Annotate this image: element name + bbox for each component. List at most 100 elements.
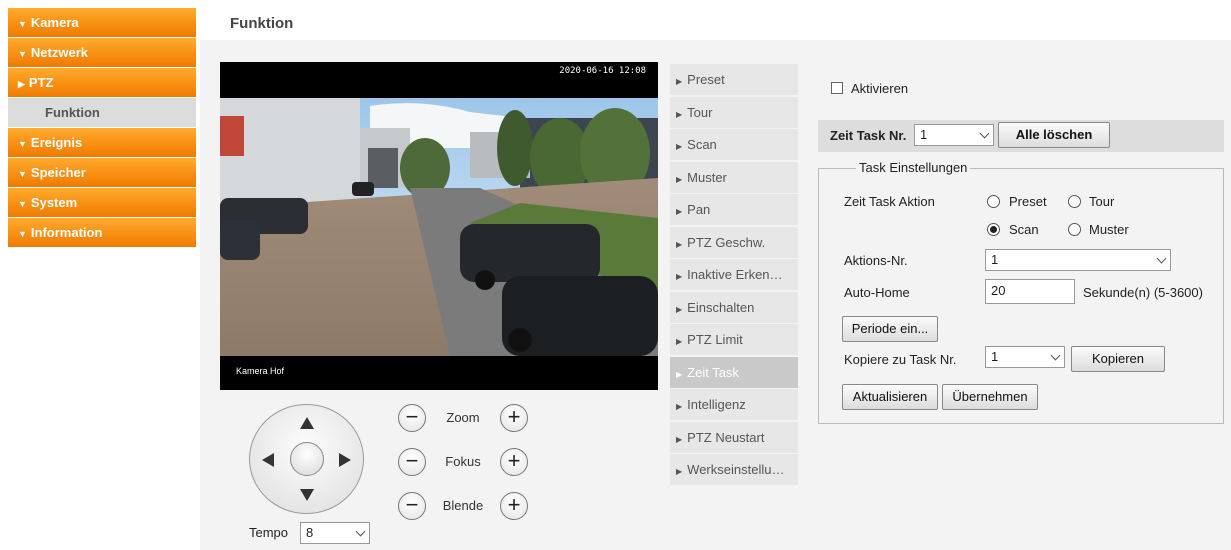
triangle-right-icon: ▶ <box>676 402 683 411</box>
copy-button[interactable]: Kopieren <box>1071 346 1165 372</box>
task-settings-legend: Task Einstellungen <box>856 160 971 175</box>
refresh-button[interactable]: Aktualisieren <box>842 384 938 410</box>
triangle-right-icon: ▶ <box>676 77 683 86</box>
enable-label: Aktivieren <box>851 81 909 96</box>
triangle-right-icon: ▶ <box>676 239 683 249</box>
triangle-right-icon: ▶ <box>676 207 683 216</box>
focus-label: Fokus <box>445 454 481 469</box>
apply-button[interactable]: Übernehmen <box>942 384 1038 410</box>
menu-ptz-limit[interactable]: ▶ PTZ Limit <box>670 324 798 355</box>
action-number-select[interactable]: 1 <box>985 249 1171 271</box>
nav-kamera[interactable]: ▼ Kamera <box>8 8 196 37</box>
iris-plus-button[interactable]: + <box>500 492 528 520</box>
nav-ereignis[interactable]: ▼ Ereignis <box>8 128 196 157</box>
nav-label: Ereignis <box>30 135 83 150</box>
menu-label: Einschalten <box>687 299 755 315</box>
delete-all-button[interactable]: Alle löschen <box>998 122 1110 148</box>
live-video: 2020-06-16 12:08 Kamera Hof <box>220 62 658 390</box>
menu-pan[interactable]: ▶ Pan <box>670 194 798 225</box>
zoom-minus-button[interactable]: − <box>398 404 426 432</box>
tab-funktion[interactable]: Funktion <box>200 8 334 40</box>
nav-label: Netzwerk <box>30 45 88 60</box>
caret-down-icon: ▼ <box>18 199 27 209</box>
chevron-down-icon <box>979 128 990 139</box>
menu-idle-motion[interactable]: ▶ Inaktive Erken… <box>670 259 798 290</box>
menu-label: Werkseinstellu… <box>687 462 785 477</box>
arrow-left-icon[interactable] <box>262 453 274 467</box>
nav-information[interactable]: ▼ Information <box>8 218 196 247</box>
nav-speicher[interactable]: ▼ Speicher <box>8 158 196 187</box>
menu-muster[interactable]: ▶ Muster <box>670 161 798 193</box>
iris-minus-button[interactable]: − <box>398 492 426 520</box>
enable-checkbox[interactable] <box>831 82 843 94</box>
task-number-select[interactable]: 1 <box>914 124 994 146</box>
caret-right-icon: ▶ <box>18 79 25 89</box>
arrow-right-icon[interactable] <box>339 453 351 467</box>
caret-down-icon: ▼ <box>18 169 27 179</box>
nav-netzwerk[interactable]: ▼ Netzwerk <box>8 38 196 67</box>
menu-scan[interactable]: ▶ Scan <box>670 129 798 160</box>
triangle-right-icon: ▶ <box>676 369 683 379</box>
triangle-right-icon: ▶ <box>676 337 683 346</box>
arrow-up-icon[interactable] <box>300 417 314 429</box>
triangle-right-icon: ▶ <box>676 174 683 184</box>
menu-label: Intelligenz <box>687 397 746 412</box>
radio-preset[interactable] <box>987 195 1000 208</box>
menu-intelligence[interactable]: ▶ Intelligenz <box>670 389 798 420</box>
radio-scan-label: Scan <box>1009 222 1039 237</box>
nav-system[interactable]: ▼ System <box>8 188 196 217</box>
focus-control: − Fokus + <box>398 447 528 477</box>
menu-label: PTZ Geschw. <box>687 234 766 250</box>
copy-task-label: Kopiere zu Task Nr. <box>844 352 957 367</box>
copy-task-select[interactable]: 1 <box>985 346 1065 368</box>
menu-label: Tour <box>687 104 713 120</box>
triangle-right-icon: ▶ <box>676 272 683 281</box>
autohome-input[interactable]: 20 <box>985 279 1075 304</box>
menu-label: PTZ Limit <box>687 332 743 347</box>
triangle-right-icon: ▶ <box>676 434 683 444</box>
task-number-label: Zeit Task Nr. <box>830 128 907 143</box>
menu-power-up[interactable]: ▶ Einschalten <box>670 291 798 323</box>
triangle-right-icon: ▶ <box>676 142 683 151</box>
function-menu: ▶ Preset ▶ Tour ▶ Scan ▶ Muster ▶ Pan ▶ PTZ Ge… <box>670 64 798 487</box>
osd-timestamp: 2020-06-16 12:08 <box>559 66 646 76</box>
nav-label: Information <box>30 225 103 240</box>
zoom-plus-button[interactable]: + <box>500 404 528 432</box>
triangle-right-icon: ▶ <box>676 304 683 314</box>
menu-label: PTZ Neustart <box>687 429 765 445</box>
camera-scene <box>220 98 658 356</box>
menu-tour[interactable]: ▶ Tour <box>670 96 798 128</box>
chevron-down-icon <box>1156 253 1167 264</box>
radio-muster[interactable] <box>1068 223 1081 236</box>
iris-label: Blende <box>442 498 484 513</box>
menu-factory-default[interactable]: ▶ Werkseinstellu… <box>670 454 798 485</box>
task-number-value: 1 <box>920 127 928 142</box>
nav-label: Funktion <box>45 105 100 120</box>
nav-ptz[interactable]: ▶ PTZ <box>8 68 196 97</box>
menu-ptz-speed[interactable]: ▶ PTZ Geschw. <box>670 226 798 258</box>
tempo-select[interactable]: 8 <box>300 522 370 544</box>
period-button[interactable]: Periode ein... <box>842 316 938 342</box>
copy-task-value: 1 <box>991 349 999 364</box>
menu-label: Inaktive Erken… <box>687 267 783 282</box>
focus-plus-button[interactable]: + <box>500 448 528 476</box>
iris-control: − Blende + <box>398 491 528 521</box>
menu-ptz-restart[interactable]: ▶ PTZ Neustart <box>670 421 798 453</box>
menu-label: Zeit Task <box>687 364 739 380</box>
ptz-direction-pad <box>249 404 364 514</box>
focus-minus-button[interactable]: − <box>398 448 426 476</box>
radio-tour[interactable] <box>1068 195 1081 208</box>
menu-preset[interactable]: ▶ Preset <box>670 64 798 95</box>
camera-scene-image <box>220 98 658 356</box>
arrow-down-icon[interactable] <box>300 489 314 501</box>
nav-funktion[interactable]: Funktion <box>8 98 196 127</box>
menu-time-task[interactable]: ▶ Zeit Task <box>670 356 798 388</box>
menu-label: Pan <box>687 202 711 217</box>
ptz-center-button[interactable] <box>290 442 324 476</box>
zoom-control: − Zoom + <box>398 403 528 433</box>
autohome-unit: Sekunde(n) (5-3600) <box>1083 285 1203 300</box>
triangle-right-icon: ▶ <box>676 109 683 119</box>
action-label: Zeit Task Aktion <box>844 194 935 209</box>
radio-scan[interactable] <box>987 223 1000 236</box>
chevron-down-icon <box>355 526 366 537</box>
